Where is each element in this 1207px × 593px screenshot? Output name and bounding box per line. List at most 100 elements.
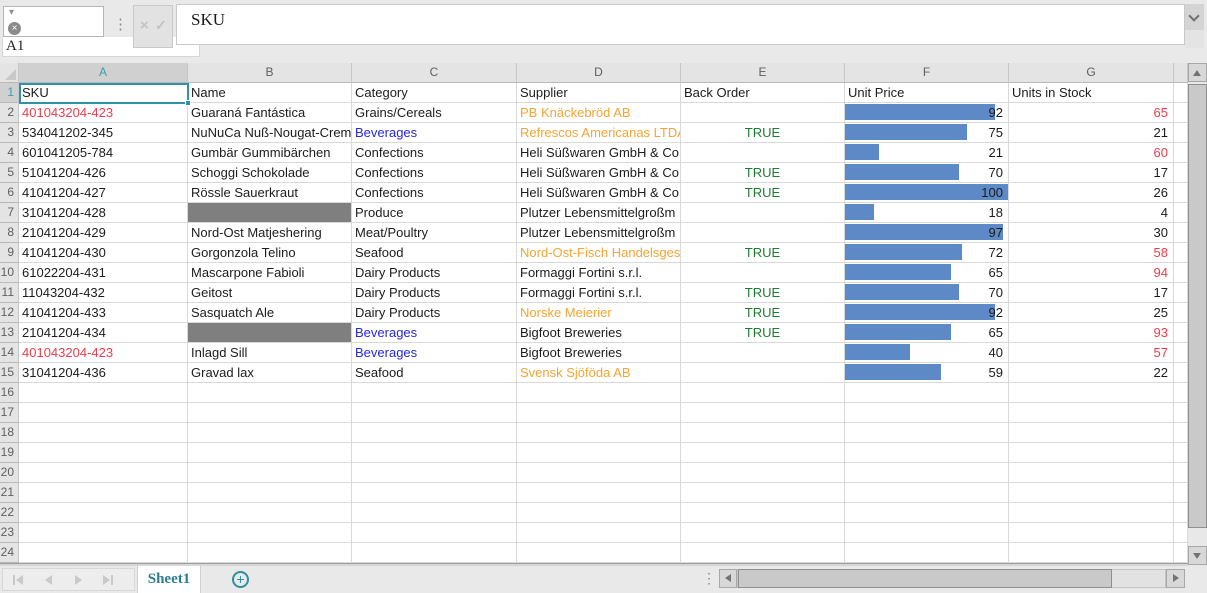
cell-B21[interactable] [188,483,352,503]
horizontal-scrollbar-thumb[interactable] [738,569,1112,588]
cell-partial-11[interactable] [1174,283,1188,303]
cell-D21[interactable] [517,483,681,503]
cell-A14[interactable]: 401043204-423 [19,343,188,363]
select-all-corner[interactable] [0,63,19,83]
cell-B16[interactable] [188,383,352,403]
row-header-19[interactable]: 19 [0,443,19,463]
cell-B12[interactable]: Sasquatch Ale [188,303,352,323]
formula-cancel-icon[interactable]: × [140,17,149,34]
cell-E11[interactable]: TRUE [681,283,845,303]
cell-F5[interactable]: 70 [845,163,1009,183]
cell-F24[interactable] [845,543,1009,563]
cell-B11[interactable]: Geitost [188,283,352,303]
cell-D23[interactable] [517,523,681,543]
cell-D15[interactable]: Svensk Sjöföda AB [517,363,681,383]
cell-C4[interactable]: Confections [352,143,517,163]
cell-D3[interactable]: Refrescos Americanas LTDA [517,123,681,143]
cell-B2[interactable]: Guaraná Fantástica [188,103,352,123]
tabbar-splitter-handle[interactable]: ⋮ [702,570,716,587]
cell-B23[interactable] [188,523,352,543]
row-header-4[interactable]: 4 [0,143,19,163]
cell-partial-16[interactable] [1174,383,1188,403]
add-sheet-button[interactable]: + [232,571,249,588]
cell-G19[interactable] [1009,443,1174,463]
cell-D11[interactable]: Formaggi Fortini s.r.l. [517,283,681,303]
cell-E6[interactable]: TRUE [681,183,845,203]
cell-B15[interactable]: Gravad lax [188,363,352,383]
cell-B8[interactable]: Nord-Ost Matjeshering [188,223,352,243]
cell-D24[interactable] [517,543,681,563]
cell-C6[interactable]: Confections [352,183,517,203]
cell-B18[interactable] [188,423,352,443]
row-header-9[interactable]: 9 [0,243,19,263]
cell-B22[interactable] [188,503,352,523]
cell-partial-10[interactable] [1174,263,1188,283]
cell-partial-8[interactable] [1174,223,1188,243]
cell-C7[interactable]: Produce [352,203,517,223]
cell-B7[interactable] [188,203,352,223]
cell-C14[interactable]: Beverages [352,343,517,363]
cell-D19[interactable] [517,443,681,463]
cell-A15[interactable]: 31041204-436 [19,363,188,383]
cell-partial-18[interactable] [1174,423,1188,443]
cell-E22[interactable] [681,503,845,523]
row-header-13[interactable]: 13 [0,323,19,343]
cell-F14[interactable]: 40 [845,343,1009,363]
cell-D2[interactable]: PB Knäckebröd AB [517,103,681,123]
row-header-12[interactable]: 12 [0,303,19,323]
cell-E9[interactable]: TRUE [681,243,845,263]
cell-E23[interactable] [681,523,845,543]
cell-F9[interactable]: 72 [845,243,1009,263]
cell-G5[interactable]: 17 [1009,163,1174,183]
cell-F7[interactable]: 18 [845,203,1009,223]
cell-F10[interactable]: 65 [845,263,1009,283]
cell-E17[interactable] [681,403,845,423]
cell-F13[interactable]: 65 [845,323,1009,343]
cell-F21[interactable] [845,483,1009,503]
cell-A19[interactable] [19,443,188,463]
cell-C12[interactable]: Dairy Products [352,303,517,323]
row-header-20[interactable]: 20 [0,463,19,483]
cell-G4[interactable]: 60 [1009,143,1174,163]
cell-E20[interactable] [681,463,845,483]
cell-G24[interactable] [1009,543,1174,563]
cell-partial-24[interactable] [1174,543,1188,563]
cell-G21[interactable] [1009,483,1174,503]
cell-G17[interactable] [1009,403,1174,423]
cell-D17[interactable] [517,403,681,423]
cell-G7[interactable]: 4 [1009,203,1174,223]
column-header-F[interactable]: F [845,63,1009,83]
cell-F12[interactable]: 92 [845,303,1009,323]
cell-partial-22[interactable] [1174,503,1188,523]
cell-D7[interactable]: Plutzer Lebensmittelgroßm [517,203,681,223]
cell-E24[interactable] [681,543,845,563]
cell-G10[interactable]: 94 [1009,263,1174,283]
cell-B5[interactable]: Schoggi Schokolade [188,163,352,183]
cell-partial-3[interactable] [1174,123,1188,143]
cell-C16[interactable] [352,383,517,403]
cell-F23[interactable] [845,523,1009,543]
row-header-23[interactable]: 23 [0,523,19,543]
cell-partial-23[interactable] [1174,523,1188,543]
last-sheet-button[interactable] [93,575,123,585]
cell-D13[interactable]: Bigfoot Breweries [517,323,681,343]
cell-E14[interactable] [681,343,845,363]
cell-D6[interactable]: Heli Süßwaren GmbH & Co. [517,183,681,203]
previous-sheet-button[interactable] [33,575,63,585]
cell-A22[interactable] [19,503,188,523]
scroll-left-button[interactable] [719,569,737,588]
row-header-5[interactable]: 5 [0,163,19,183]
next-sheet-button[interactable] [63,575,93,585]
cell-G3[interactable]: 21 [1009,123,1174,143]
cell-F19[interactable] [845,443,1009,463]
cell-B20[interactable] [188,463,352,483]
cell-F4[interactable]: 21 [845,143,1009,163]
cell-A24[interactable] [19,543,188,563]
formula-bar-expand-button[interactable] [1185,4,1204,30]
cell-D16[interactable] [517,383,681,403]
cell-D4[interactable]: Heli Süßwaren GmbH & Co. [517,143,681,163]
cell-G1[interactable]: Units in Stock [1009,83,1174,103]
cell-B19[interactable] [188,443,352,463]
column-header-G[interactable]: G [1009,63,1174,83]
row-header-10[interactable]: 10 [0,263,19,283]
